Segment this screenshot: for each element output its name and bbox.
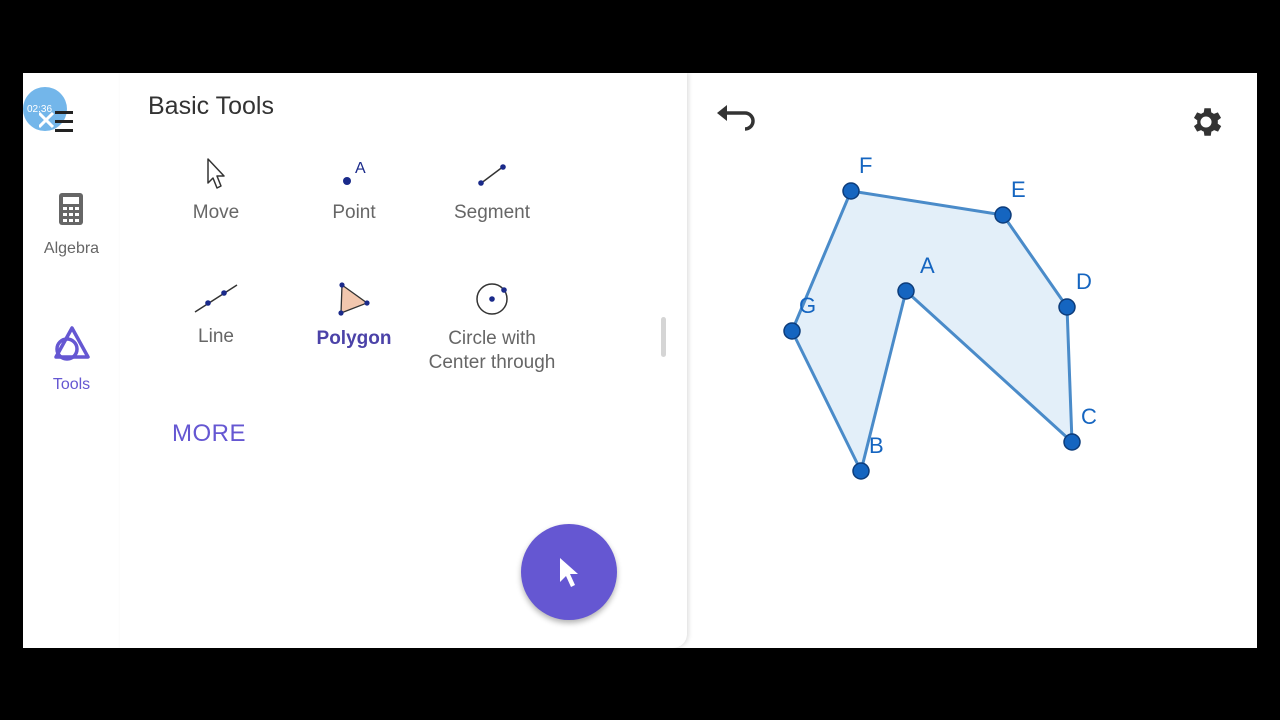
point-label-d: D bbox=[1076, 269, 1092, 294]
tool-move[interactable]: Move bbox=[136, 157, 296, 225]
point-f[interactable] bbox=[842, 182, 860, 200]
tools-panel: Basic Tools Move A Point Segment Line Po… bbox=[120, 73, 687, 648]
tool-label: Segment bbox=[453, 202, 531, 223]
tool-line[interactable]: Line bbox=[136, 281, 296, 349]
polygon-icon bbox=[338, 282, 370, 316]
tool-label: Line bbox=[198, 326, 234, 347]
left-navigation-rail: 02:36 Algebra Tools bbox=[23, 73, 121, 648]
point-label-e: E bbox=[1011, 177, 1026, 202]
tool-label-line-2: Center through bbox=[428, 352, 556, 373]
move-mode-fab[interactable] bbox=[521, 524, 617, 620]
point-b[interactable] bbox=[852, 462, 870, 480]
point-icon-letter: A bbox=[355, 160, 366, 177]
undo-icon[interactable] bbox=[715, 103, 755, 133]
polygon-shape[interactable] bbox=[790, 189, 1074, 473]
circle-center-icon bbox=[476, 283, 508, 315]
calculator-icon bbox=[58, 193, 83, 225]
tool-label-line-1: Circle with bbox=[448, 328, 536, 349]
tool-label: Move bbox=[192, 202, 240, 223]
sidebar-item-label: Algebra bbox=[43, 240, 100, 257]
tool-polygon[interactable]: Polygon bbox=[274, 281, 434, 351]
point-c[interactable] bbox=[1063, 433, 1081, 451]
point-label-g: G bbox=[799, 293, 816, 318]
segment-icon bbox=[478, 164, 506, 186]
tool-label: Polygon bbox=[316, 328, 392, 349]
sidebar-item-label: Tools bbox=[52, 376, 91, 393]
point-label-a: A bbox=[920, 253, 935, 278]
tool-circle-center-through[interactable]: Circle with Center through bbox=[412, 281, 572, 375]
tool-point[interactable]: A Point bbox=[274, 157, 434, 225]
point-e[interactable] bbox=[994, 206, 1012, 224]
hamburger-menu-icon[interactable] bbox=[39, 111, 73, 135]
geometry-canvas[interactable]: A B C D E F G bbox=[687, 73, 1257, 648]
point-label-f: F bbox=[859, 153, 872, 178]
geogebra-app: 02:36 Algebra Tools Basic Tools Move A P… bbox=[23, 73, 1257, 648]
point-a[interactable] bbox=[897, 282, 915, 300]
gear-icon[interactable] bbox=[1187, 103, 1225, 141]
panel-title: Basic Tools bbox=[148, 92, 274, 120]
move-cursor-icon bbox=[207, 158, 225, 189]
sidebar-item-algebra[interactable]: Algebra bbox=[23, 191, 120, 258]
tool-segment[interactable]: Segment bbox=[412, 157, 572, 225]
tools-shapes-icon bbox=[53, 326, 90, 361]
point-d[interactable] bbox=[1058, 298, 1076, 316]
more-tools-button[interactable]: MORE bbox=[172, 420, 246, 448]
point-label-b: B bbox=[869, 433, 884, 458]
panel-scrollbar[interactable] bbox=[661, 317, 666, 357]
line-icon bbox=[194, 284, 238, 313]
point-g[interactable] bbox=[783, 322, 801, 340]
tool-label: Point bbox=[332, 202, 376, 223]
pointer-arrow-icon bbox=[560, 558, 578, 587]
graphics-view[interactable]: A B C D E F G bbox=[687, 73, 1257, 648]
point-label-c: C bbox=[1081, 404, 1097, 429]
point-icon: A bbox=[343, 160, 366, 185]
sidebar-item-tools[interactable]: Tools bbox=[23, 325, 120, 394]
